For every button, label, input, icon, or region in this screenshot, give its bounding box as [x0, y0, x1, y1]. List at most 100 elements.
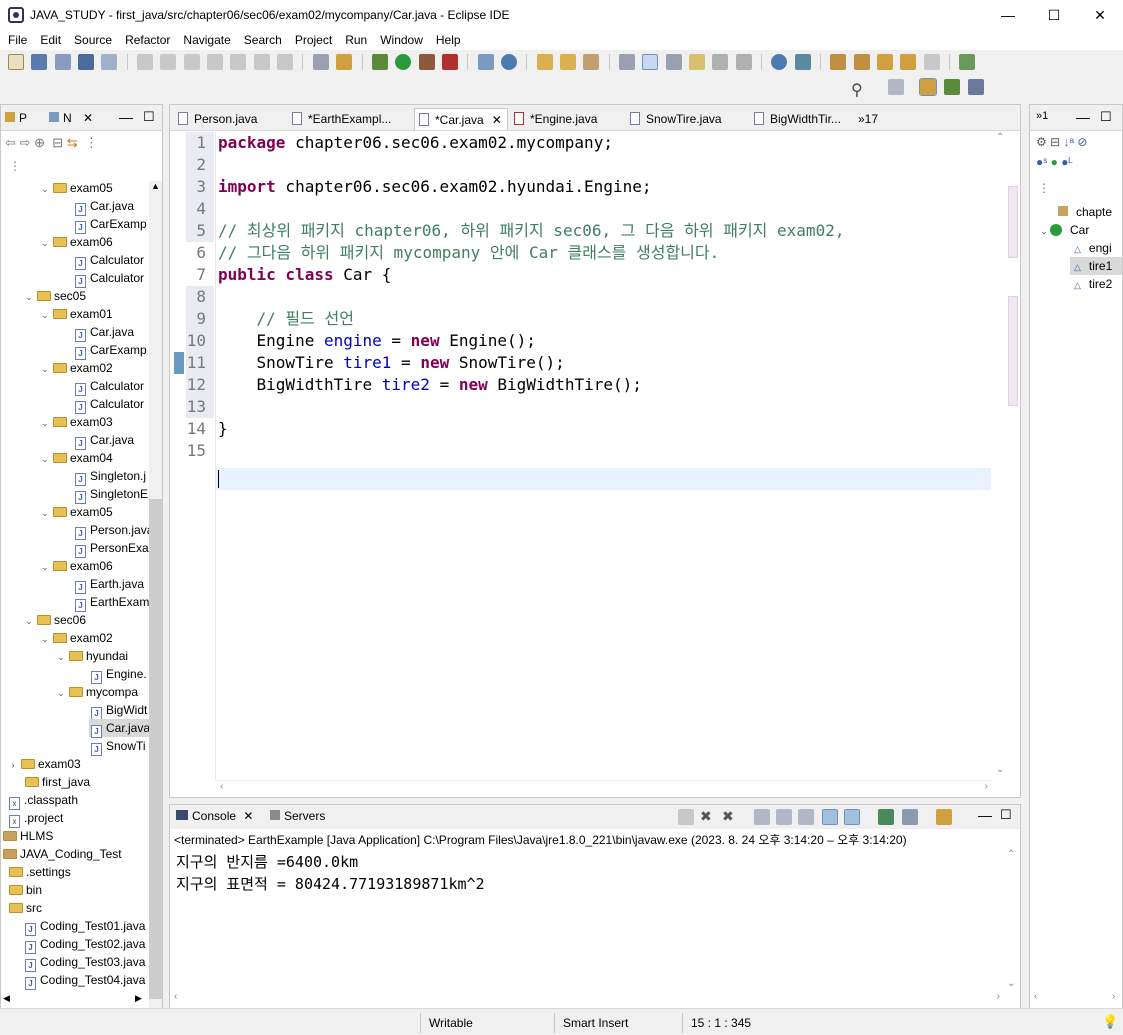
tree-file[interactable]: J Calculator — [73, 395, 144, 414]
code-line[interactable]: // 최상위 패키지 chapter06, 하위 패키지 sec06, 그 다음… — [218, 220, 844, 242]
open-type-icon[interactable] — [536, 54, 553, 70]
terminate-icon[interactable] — [183, 54, 200, 70]
menu-navigate[interactable]: Navigate — [175, 30, 235, 50]
java-perspective-icon[interactable] — [968, 79, 984, 95]
sort-icon[interactable]: ↓ᵃ — [1064, 135, 1074, 149]
minimize-outline-icon[interactable]: — — [1076, 109, 1090, 125]
editor-scrollbar[interactable]: ⌃ ⌄ — [992, 132, 1020, 780]
chevron-down-icon[interactable]: ⌄ — [39, 414, 51, 432]
tree-file[interactable]: JAVA_Coding_Test — [1, 845, 122, 863]
pin-console-icon[interactable] — [878, 809, 894, 825]
menu-source[interactable]: Source — [66, 30, 117, 50]
hide-static-icon[interactable]: ●ˢ — [1036, 155, 1047, 169]
tree-folder[interactable]: ⌄ exam01 — [39, 305, 112, 323]
code-line[interactable]: // 그다음 하위 패키지 mycompany 안에 Car 클래스를 생성합니… — [218, 242, 719, 264]
debug-icon[interactable] — [371, 54, 388, 70]
tips-icon[interactable]: 💡 — [1102, 1014, 1118, 1030]
display-selected-console-icon[interactable] — [902, 809, 918, 825]
hide-nonpublic-icon[interactable]: ● — [1051, 155, 1058, 169]
resume-icon[interactable] — [137, 54, 154, 70]
tree-file[interactable]: J Calculator — [73, 269, 144, 288]
block-selection-icon[interactable] — [689, 54, 705, 70]
debug-perspective-icon[interactable] — [944, 79, 960, 95]
tree-folder[interactable]: ⌄ sec05 — [23, 287, 86, 305]
tree-file[interactable]: J Engine. — [89, 665, 147, 684]
show-on-error-icon[interactable] — [844, 809, 860, 825]
tab-package-explorer[interactable]: P — [5, 109, 27, 129]
scroll-right-icon[interactable]: ▶ — [135, 993, 142, 1004]
tree-folder[interactable]: ⌄ exam04 — [39, 449, 112, 467]
back-nav-icon[interactable]: ⇦ — [5, 135, 16, 150]
close-button[interactable]: ✕ — [1077, 0, 1123, 30]
step-return-icon[interactable] — [277, 54, 294, 70]
word-wrap-icon[interactable] — [712, 54, 729, 70]
tree-file[interactable]: J SingletonE — [73, 485, 148, 504]
scroll-lock-icon[interactable] — [776, 809, 792, 825]
toggle-mark-icon[interactable] — [618, 54, 635, 70]
collapse-all-icon[interactable]: ⊟ — [52, 135, 63, 150]
chevron-down-icon[interactable]: ⌄ — [23, 612, 35, 630]
maximize-view-icon[interactable]: ☐ — [143, 109, 155, 125]
code-line[interactable]: BigWidthTire tire2 = new BigWidthTire(); — [218, 374, 642, 396]
console-scrollbar[interactable]: ⌃ ⌄ — [1004, 849, 1020, 989]
next-annotation-icon[interactable] — [830, 54, 847, 70]
forward-icon[interactable] — [923, 54, 940, 70]
pin-editor-icon[interactable] — [959, 54, 976, 70]
tree-file[interactable]: x .project — [7, 809, 63, 828]
scroll-left-icon[interactable]: ◀ — [3, 993, 10, 1004]
tree-folder[interactable]: .settings — [7, 863, 71, 881]
paragraph-icon[interactable] — [735, 54, 752, 70]
globe-icon[interactable] — [771, 54, 788, 70]
link-editor-icon[interactable]: ⇆ — [67, 135, 78, 150]
hide-fields-icon[interactable]: ⊘ — [1077, 135, 1087, 149]
maximize-button[interactable]: ☐ — [1031, 0, 1077, 30]
code-line[interactable]: // 필드 선언 — [218, 308, 354, 330]
menu-help[interactable]: Help — [428, 30, 466, 50]
tab-engine-java[interactable]: *Engine.java — [510, 108, 626, 130]
tree-folder[interactable]: › exam03 — [7, 755, 81, 773]
code-line[interactable]: package chapter06.sec06.exam02.mycompany… — [218, 132, 613, 154]
minimize-view-icon[interactable]: — — [119, 109, 133, 125]
menu-file[interactable]: File — [0, 30, 32, 50]
tree-file[interactable]: J SnowTi — [89, 737, 146, 756]
pin-icon[interactable] — [794, 54, 811, 70]
chevron-right-icon[interactable]: › — [7, 756, 19, 774]
tree-scrollbar[interactable]: ▲ — [149, 181, 162, 1009]
tree-file[interactable]: x .classpath — [7, 791, 78, 810]
new-class-icon[interactable] — [500, 54, 517, 70]
tree-file[interactable]: J Car.java — [89, 719, 149, 738]
more-views-button[interactable]: »1 — [1036, 110, 1048, 122]
save-icon[interactable] — [31, 54, 48, 70]
previous-annotation-icon[interactable] — [853, 54, 870, 70]
tree-folder[interactable]: ⌄ exam02 — [39, 359, 112, 377]
tab-servers[interactable]: Servers — [270, 809, 325, 823]
outline-item-package[interactable]: chapte — [1058, 203, 1112, 221]
suspend-icon[interactable] — [160, 54, 177, 70]
collapse-outline-icon[interactable]: ⊟ — [1050, 135, 1060, 149]
tab-car-java[interactable]: *Car.java ✕ — [414, 108, 508, 130]
coverage-icon[interactable] — [418, 54, 435, 70]
tree-folder[interactable]: ⌄ exam05 — [39, 179, 112, 197]
step-over-icon[interactable] — [253, 54, 270, 70]
word-wrap-console-icon[interactable] — [798, 809, 814, 825]
tree-file[interactable]: J Car.java — [73, 431, 134, 450]
remove-all-icon[interactable]: ✖ — [722, 808, 734, 825]
code-line[interactable]: } — [218, 418, 228, 440]
tree-folder[interactable]: ⌄ hyundai — [55, 647, 128, 665]
code-line[interactable]: Engine engine = new Engine(); — [218, 330, 536, 352]
tree-file[interactable]: J CarExamp — [73, 341, 147, 360]
open-perspective-icon[interactable] — [888, 79, 904, 95]
tree-file[interactable]: J Calculator — [73, 251, 144, 270]
chevron-down-icon[interactable]: ⌄ — [39, 558, 51, 576]
menu-window[interactable]: Window — [372, 30, 428, 50]
tree-file[interactable]: J Coding_Test02.java — [23, 935, 145, 954]
chevron-down-icon[interactable]: ⌄ — [39, 234, 51, 252]
tree-file[interactable]: J Singleton.j — [73, 467, 146, 486]
tree-folder[interactable]: ⌄ exam05 — [39, 503, 112, 521]
tab-navigator[interactable]: N ✕ — [49, 109, 93, 129]
show-whitespace-icon[interactable] — [665, 54, 682, 70]
tree-folder[interactable]: ⌄ sec06 — [23, 611, 86, 629]
tree-file[interactable]: J Car.java — [73, 197, 134, 216]
new-java-project-icon[interactable] — [477, 54, 494, 70]
view-menu-icon[interactable]: ⋮ — [85, 135, 98, 150]
